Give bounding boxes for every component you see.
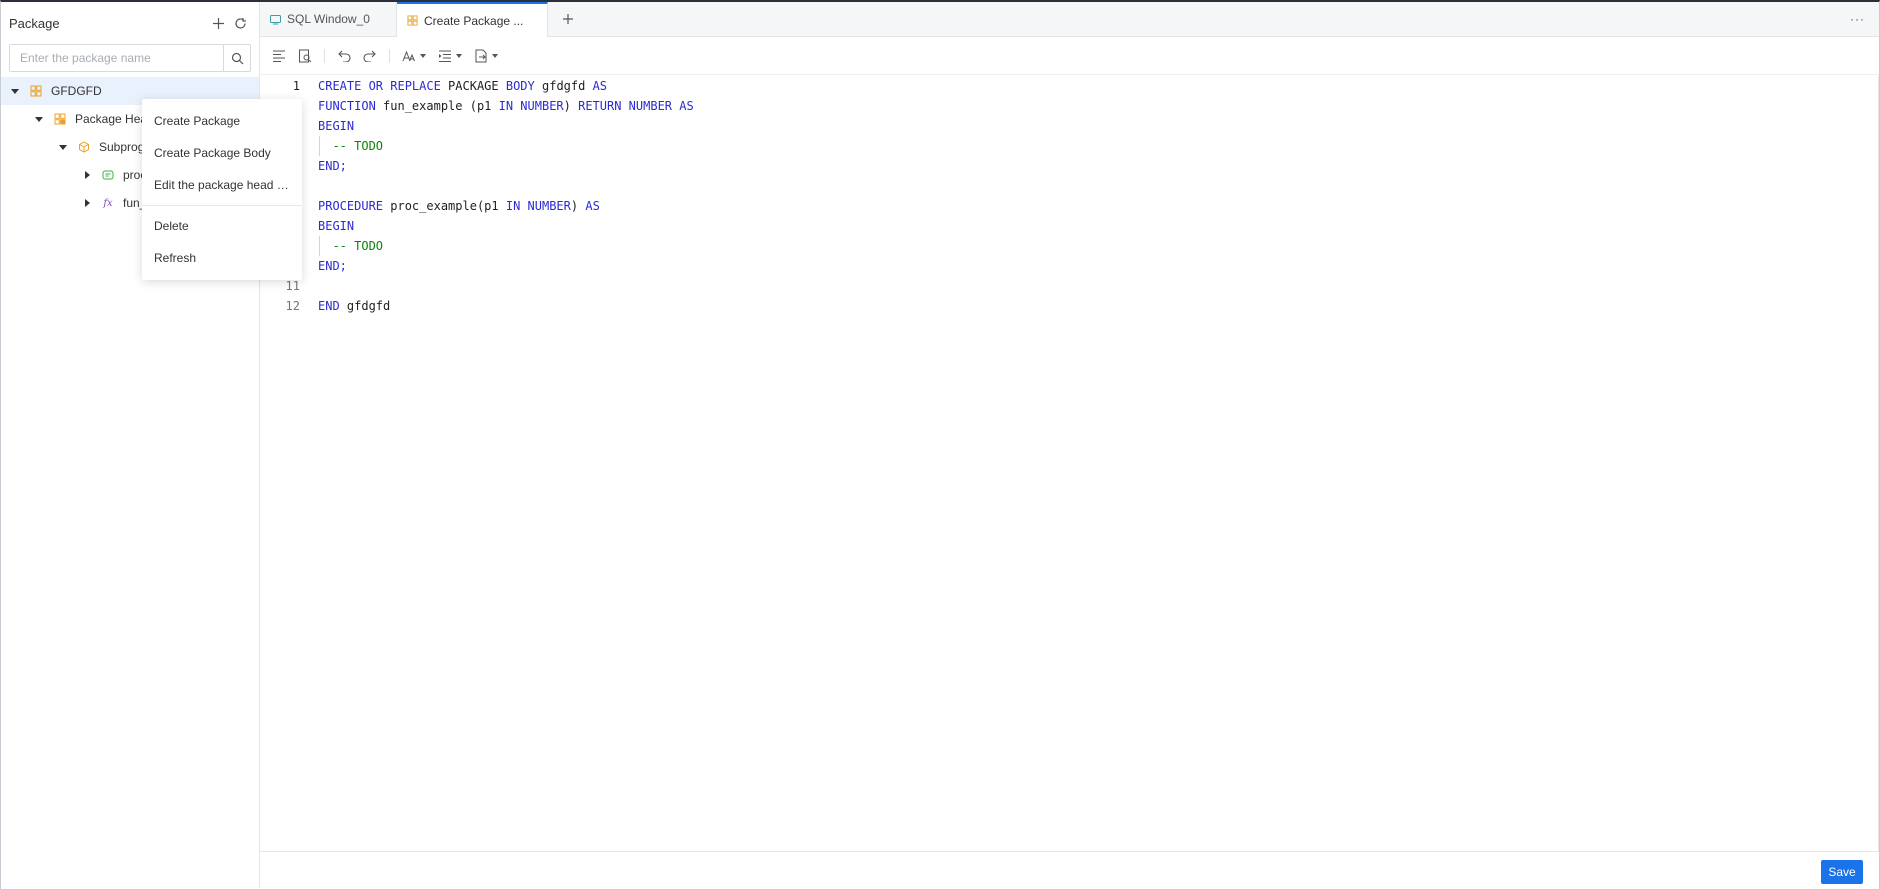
code-line: END gfdgfd	[318, 296, 1859, 316]
refresh-icon[interactable]	[229, 12, 251, 34]
more-icon[interactable]: ···	[1850, 12, 1865, 26]
code-line: END;	[318, 256, 1859, 276]
code-token: gfdgfd	[339, 299, 391, 313]
line-number: 1	[292, 79, 300, 93]
toolbar-divider	[389, 48, 390, 63]
font-size-icon	[402, 50, 415, 61]
expand-toggle[interactable]	[81, 197, 93, 209]
expand-toggle[interactable]	[81, 169, 93, 181]
indent-dropdown[interactable]	[438, 44, 462, 68]
menu-item-delete[interactable]: Delete	[142, 210, 302, 242]
expand-toggle[interactable]	[57, 141, 69, 153]
code-line: BEGIN	[318, 116, 1859, 136]
package-search-input[interactable]	[10, 45, 223, 71]
code-line: CREATE OR REPLACE PACKAGE BODY gfdgfd AS	[318, 76, 1859, 96]
font-size-dropdown[interactable]	[402, 44, 426, 68]
main-area: SQL Window_0 Create Package ... ··· 1 11…	[260, 2, 1879, 888]
keyword-token: IN NUMBER	[498, 99, 564, 113]
code-line: BEGIN	[318, 216, 1859, 236]
indent-guide	[319, 136, 320, 156]
menu-item-refresh[interactable]: Refresh	[142, 242, 302, 274]
keyword-token: CREATE OR REPLACE	[318, 79, 441, 93]
tab-label: Create Package ...	[424, 13, 524, 28]
sql-window-icon	[270, 14, 281, 25]
redo-icon[interactable]	[363, 44, 377, 68]
keyword-token: BODY	[505, 79, 535, 93]
editor-toolbar	[260, 37, 1879, 75]
menu-divider	[142, 205, 302, 206]
keyword-token: BEGIN	[318, 219, 355, 233]
indent-guide	[319, 236, 320, 256]
sidebar-title: Package	[9, 15, 60, 31]
keyword-token: PROCEDURE	[318, 199, 384, 213]
keyword-token: END;	[318, 159, 347, 173]
keyword-token: AS	[592, 79, 608, 93]
editor-scrollbar[interactable]	[1878, 76, 1879, 851]
keyword-token: BEGIN	[318, 119, 355, 133]
code-line: -- TODO	[318, 236, 1859, 256]
tree-node-label: GFDGFD	[51, 84, 102, 98]
menu-item-create-package-body[interactable]: Create Package Body	[142, 137, 302, 169]
code-line: PROCEDURE proc_example(p1 IN NUMBER) AS	[318, 196, 1859, 216]
package-icon	[29, 84, 43, 98]
code-token: fun_example (p1	[375, 99, 499, 113]
comment-token: -- TODO	[318, 139, 384, 153]
code-content[interactable]: CREATE OR REPLACE PACKAGE BODY gfdgfd AS…	[318, 76, 1859, 316]
export-icon	[475, 49, 487, 62]
context-menu: Create Package Create Package Body Edit …	[142, 99, 302, 280]
sidebar-header: Package	[1, 2, 259, 44]
code-line: -- TODO	[318, 136, 1859, 156]
code-token: PACKAGE	[440, 79, 506, 93]
package-head-icon	[53, 112, 67, 126]
keyword-token: RETURN NUMBER AS	[578, 99, 694, 113]
line-number: 12	[285, 299, 300, 313]
procedure-icon	[101, 168, 115, 182]
code-token: )	[570, 199, 586, 213]
find-icon[interactable]	[298, 44, 312, 68]
keyword-token: END;	[318, 259, 347, 273]
tab-sql-window[interactable]: SQL Window_0	[260, 2, 397, 36]
tab-bar: SQL Window_0 Create Package ... ···	[260, 2, 1879, 37]
code-token: )	[563, 99, 579, 113]
search-button[interactable]	[223, 45, 250, 71]
search-icon	[231, 52, 243, 64]
format-icon[interactable]	[272, 44, 286, 68]
app-window: Package GFDGFD	[0, 0, 1880, 890]
expand-toggle[interactable]	[9, 85, 21, 97]
code-line: END;	[318, 156, 1859, 176]
toolbar-divider	[324, 48, 325, 63]
code-line: FUNCTION fun_example (p1 IN NUMBER) RETU…	[318, 96, 1859, 116]
menu-item-create-package[interactable]: Create Package	[142, 105, 302, 137]
comment-token: -- TODO	[318, 239, 384, 253]
code-token: proc_example(p1	[383, 199, 506, 213]
menu-item-edit-package-head[interactable]: Edit the package head a...	[142, 169, 302, 201]
code-editor[interactable]: 123456789101112 CREATE OR REPLACE PACKAG…	[260, 76, 1879, 851]
code-token: gfdgfd	[534, 79, 593, 93]
package-search	[9, 44, 251, 72]
keyword-token: AS	[585, 199, 600, 213]
undo-icon[interactable]	[337, 44, 351, 68]
indent-icon	[439, 49, 451, 62]
keyword-token: FUNCTION	[318, 99, 376, 113]
tab-label: SQL Window_0	[287, 12, 370, 26]
plus-icon	[563, 14, 573, 24]
add-icon[interactable]	[207, 12, 229, 34]
package-icon	[407, 15, 418, 26]
add-tab-button[interactable]	[548, 2, 588, 36]
export-dropdown[interactable]	[474, 44, 498, 68]
function-icon: fx	[103, 197, 113, 209]
save-button[interactable]: Save	[1821, 860, 1863, 884]
tab-create-package[interactable]: Create Package ...	[397, 2, 548, 37]
keyword-token: END	[318, 299, 340, 313]
keyword-token: IN NUMBER	[505, 199, 571, 213]
expand-toggle[interactable]	[33, 113, 45, 125]
subprogram-icon	[77, 140, 91, 154]
editor-footer: Save	[260, 851, 1879, 888]
